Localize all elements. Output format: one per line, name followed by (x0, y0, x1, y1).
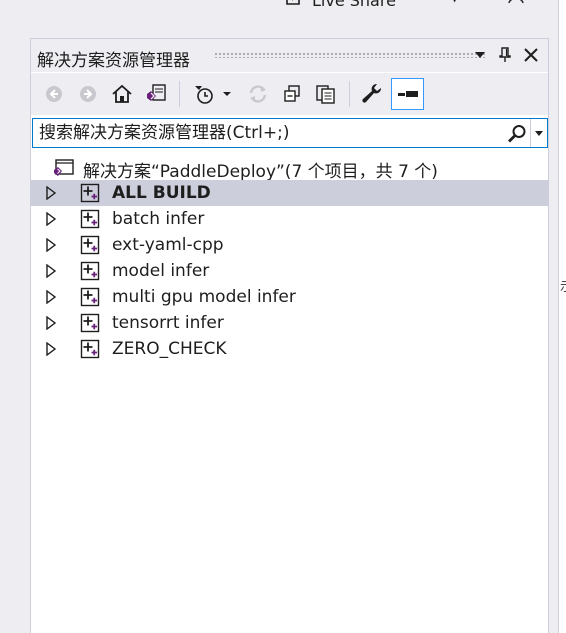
search-icon[interactable] (505, 122, 529, 146)
expand-arrow-icon[interactable] (45, 316, 57, 330)
live-share-button[interactable]: Live Share (284, 0, 396, 12)
expand-arrow-icon[interactable] (45, 212, 57, 226)
search-options-dropdown[interactable] (530, 119, 547, 147)
search-box[interactable] (32, 118, 548, 148)
cpp-project-icon (80, 183, 100, 203)
back-button[interactable] (39, 79, 69, 109)
project-label: ext-yaml-cpp (112, 235, 224, 255)
project-label: ALL BUILD (112, 183, 211, 203)
project-node-model-infer[interactable]: model infer (31, 258, 548, 284)
live-share-label: Live Share (312, 0, 396, 10)
pending-changes-filter-button[interactable] (191, 79, 221, 109)
cpp-project-icon (80, 261, 100, 281)
solution-label: 解决方案“PaddleDeploy”(7 个项目，共 7 个) (83, 162, 438, 182)
close-icon (524, 48, 538, 62)
project-node-tensorrt-infer[interactable]: tensorrt infer (31, 310, 548, 336)
clock-filter-icon (195, 86, 213, 104)
switch-views-icon (147, 84, 166, 101)
close-button[interactable] (520, 44, 542, 66)
project-node-ext-yaml-cpp[interactable]: ext-yaml-cpp (31, 232, 548, 258)
project-label: model infer (112, 261, 210, 281)
panel-title: 解决方案资源管理器 (37, 51, 190, 71)
project-node-zero-check[interactable]: ZERO_CHECK (31, 336, 548, 362)
search-input[interactable] (35, 121, 509, 145)
chevron-down-icon (223, 92, 231, 96)
project-label: multi gpu model infer (112, 287, 296, 307)
panel-title-bar[interactable]: 解决方案资源管理器 (31, 39, 548, 72)
show-all-files-icon (316, 85, 335, 104)
project-label: batch infer (112, 209, 205, 229)
cpp-project-icon (80, 209, 100, 229)
toolbar-separator (349, 81, 350, 107)
live-share-icon (284, 0, 304, 12)
toolbar (31, 73, 548, 115)
grip-dots (214, 52, 486, 58)
back-arrow-icon (46, 86, 62, 102)
solution-icon (53, 158, 75, 182)
refresh-icon (249, 85, 267, 103)
editor-edge (558, 0, 566, 633)
user-icon[interactable] (508, 0, 524, 8)
pin-icon (499, 47, 511, 62)
project-node-multi-gpu-model-infer[interactable]: multi gpu model infer (31, 284, 548, 310)
collapse-all-button[interactable] (277, 79, 307, 109)
solution-node[interactable]: 解决方案“PaddleDeploy”(7 个项目，共 7 个) (31, 156, 548, 182)
project-label: ZERO_CHECK (112, 339, 227, 359)
chevron-down-icon[interactable]: ▼ (450, 0, 459, 4)
cpp-project-icon (80, 287, 100, 307)
wrench-icon (362, 83, 382, 103)
forward-arrow-icon (80, 86, 96, 102)
properties-button[interactable] (357, 79, 387, 109)
sync-button[interactable] (243, 79, 273, 109)
cpp-project-icon (80, 339, 100, 359)
expand-arrow-icon[interactable] (45, 342, 57, 356)
switch-views-button[interactable] (141, 79, 171, 109)
forward-button[interactable] (73, 79, 103, 109)
filter-dropdown[interactable] (219, 79, 235, 109)
project-label: tensorrt infer (112, 313, 224, 333)
chevron-down-icon (535, 130, 543, 136)
expand-arrow-icon[interactable] (45, 290, 57, 304)
top-bar: Live Share ▼ (0, 0, 566, 14)
show-all-files-button[interactable] (311, 79, 341, 109)
expand-arrow-icon[interactable] (45, 264, 57, 278)
toolbar-separator (179, 81, 180, 107)
home-icon (112, 84, 132, 103)
solution-explorer-panel: 解决方案资源管理器 搜索解决方案资源管理器(Ctrl+;) 解决方案“Paddl… (30, 38, 549, 633)
preview-toggle-icon (397, 91, 418, 97)
expand-arrow-icon[interactable] (45, 186, 57, 200)
expand-arrow-icon[interactable] (45, 238, 57, 252)
edge-text: 示 (560, 276, 566, 295)
cpp-project-icon (80, 313, 100, 333)
collapse-all-icon (284, 85, 300, 102)
chevron-down-icon (475, 52, 485, 58)
preview-selected-items-button[interactable] (391, 78, 424, 110)
pin-button[interactable] (494, 44, 516, 66)
window-position-button[interactable] (469, 44, 491, 66)
project-node-all-build[interactable]: ALL BUILD (31, 180, 548, 206)
home-button[interactable] (107, 79, 137, 109)
project-node-batch-infer[interactable]: batch infer (31, 206, 548, 232)
cpp-project-icon (80, 235, 100, 255)
